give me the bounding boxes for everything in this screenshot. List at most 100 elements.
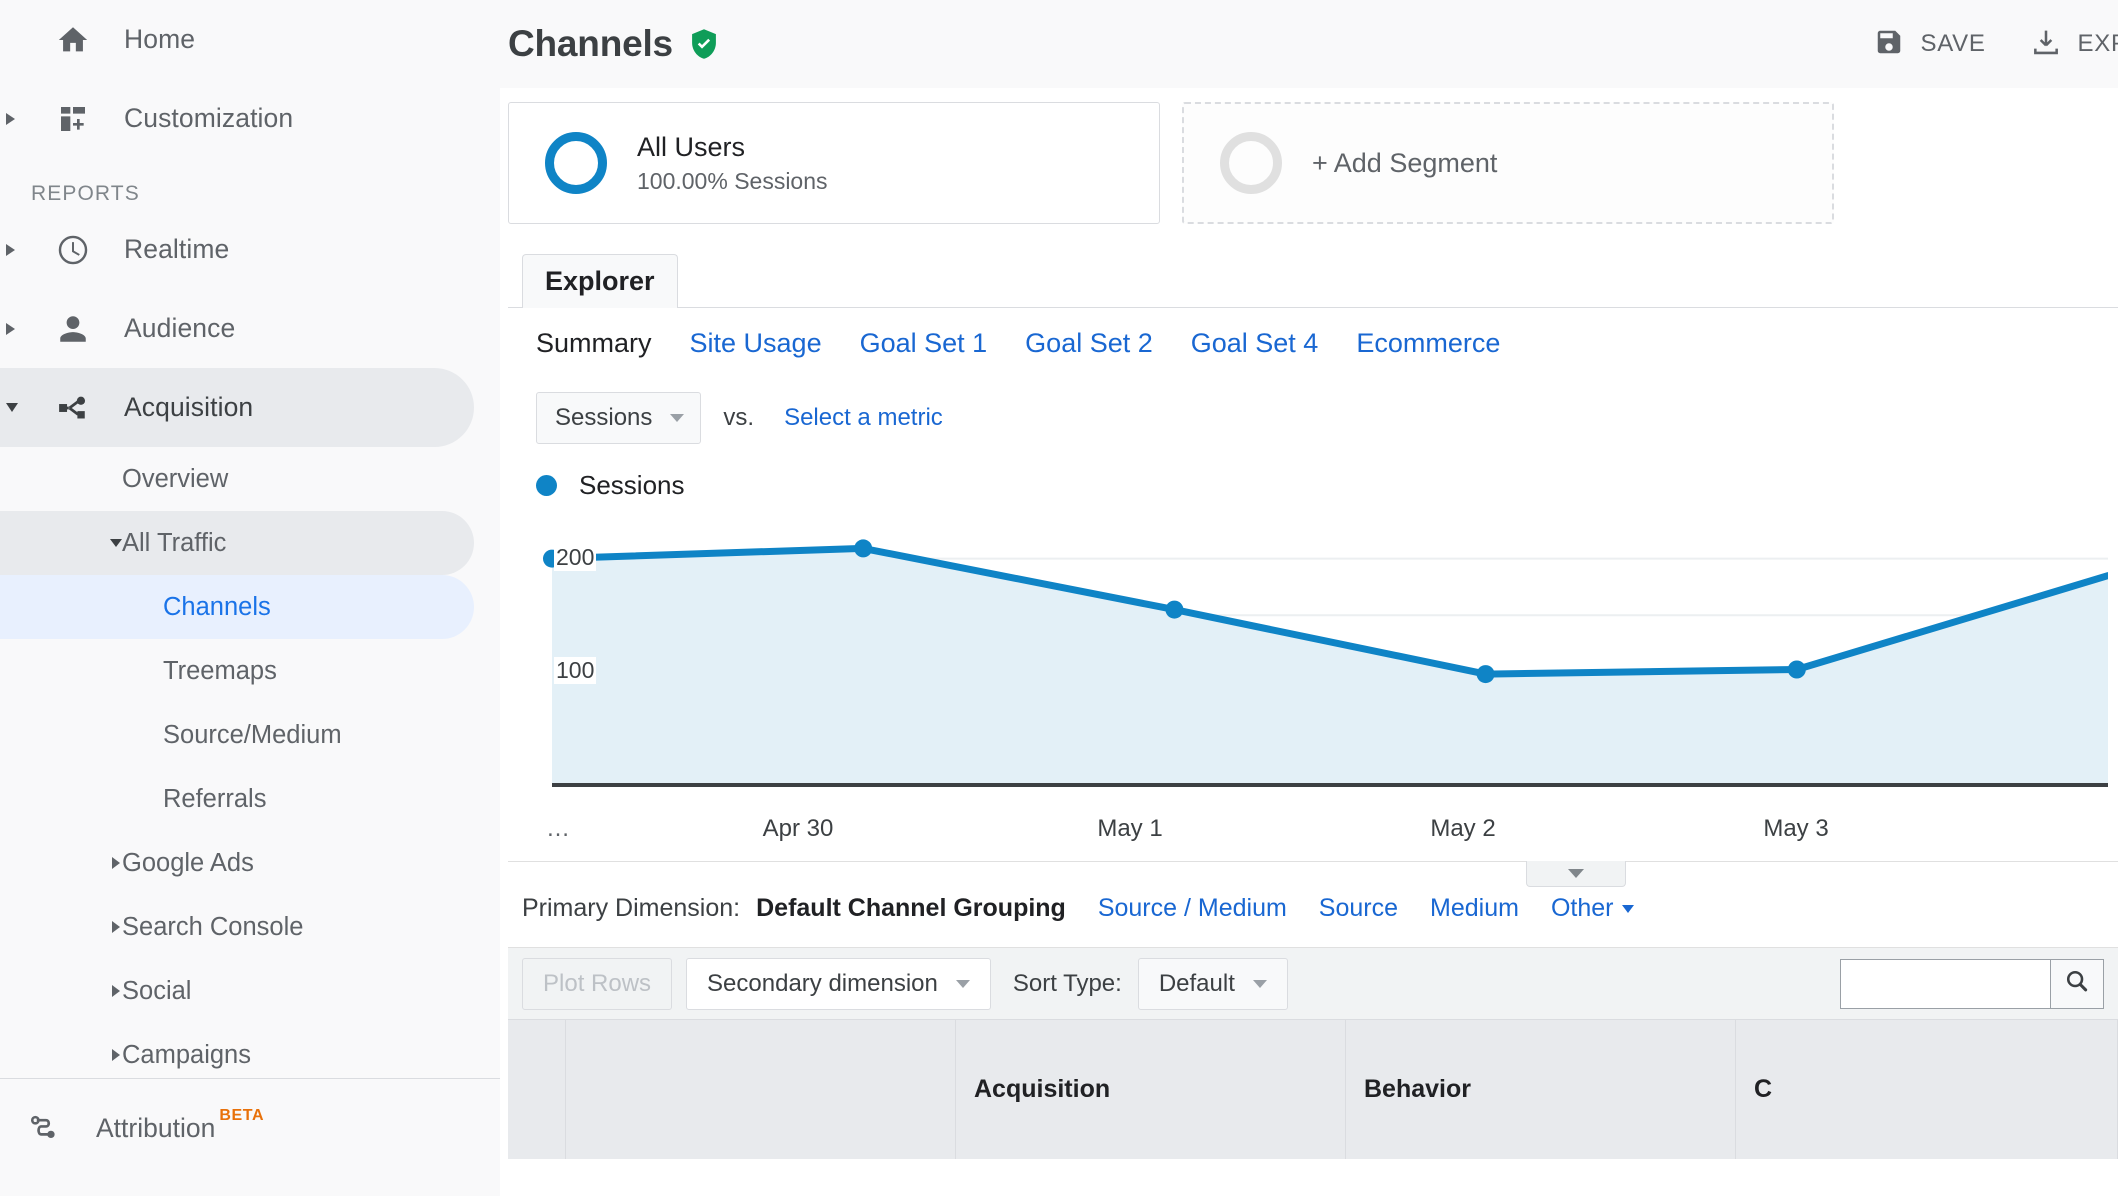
sidebar-item-attribution[interactable]: Attribution BETA <box>0 1086 264 1170</box>
subtab-goal-set-4[interactable]: Goal Set 4 <box>1191 328 1319 359</box>
sort-type-value: Default <box>1158 969 1235 997</box>
caret-slot[interactable] <box>0 403 44 412</box>
chart-x-axis: … Apr 30 May 1 May 2 May 3 <box>508 815 2118 861</box>
sort-type-select[interactable]: Default <box>1137 957 1288 1010</box>
sidebar-divider <box>0 1078 500 1079</box>
sidebar-item-acquisition[interactable]: Acquisition <box>0 368 474 447</box>
chart-data-point[interactable] <box>1165 600 1184 619</box>
sidebar-item-label: Attribution <box>96 1112 216 1143</box>
chart-zoom-handle[interactable] <box>1526 861 1626 887</box>
dimension-link-medium[interactable]: Medium <box>1430 894 1519 923</box>
home-icon <box>44 23 102 57</box>
caret-slot[interactable] <box>0 322 44 335</box>
sidebar-item-channels[interactable]: Channels <box>0 575 474 639</box>
sidebar-subitem-label: Source/Medium <box>163 720 342 749</box>
dimension-link-source-medium[interactable]: Source / Medium <box>1098 894 1287 923</box>
tabs-strip: Explorer <box>508 254 2118 308</box>
x-axis-tick-may-1: May 1 <box>1097 815 1163 842</box>
sidebar-item-realtime[interactable]: Realtime <box>0 210 500 289</box>
table-header-conversions: C <box>1736 1020 2118 1159</box>
person-icon <box>44 312 102 346</box>
y-axis-tick-100: 100 <box>554 656 597 684</box>
shield-check-icon <box>687 27 721 61</box>
sidebar-item-all-traffic[interactable]: All Traffic <box>0 511 474 575</box>
sidebar-item-social[interactable]: Social <box>0 959 500 1023</box>
primary-dimension-active[interactable]: Default Channel Grouping <box>756 894 1066 923</box>
sidebar-item-source-medium[interactable]: Source/Medium <box>0 703 500 767</box>
secondary-dimension-select[interactable]: Secondary dimension <box>686 957 991 1010</box>
sidebar-subitem-label: Google Ads <box>122 848 254 877</box>
dimension-link-source[interactable]: Source <box>1319 894 1398 923</box>
page-title: Channels <box>508 23 673 64</box>
chevron-down-icon <box>110 539 122 547</box>
chart-legend: Sessions <box>508 470 2118 501</box>
chart-canvas <box>543 539 2108 787</box>
table-header-checkbox-col <box>508 1020 566 1159</box>
chart-bottom-rule <box>508 861 2118 887</box>
sidebar-item-referrals[interactable]: Referrals <box>0 767 500 831</box>
sidebar-item-google-ads[interactable]: Google Ads <box>0 831 500 895</box>
x-axis-tick-may-2: May 2 <box>1430 815 1496 842</box>
header-actions: SAVE EXPORT <box>1830 0 2118 88</box>
customization-icon <box>44 103 102 135</box>
dimension-link-other[interactable]: Other <box>1551 894 1614 923</box>
save-button-label: SAVE <box>1920 30 1986 57</box>
segment-subtitle: 100.00% Sessions <box>637 167 828 194</box>
sidebar-item-customization[interactable]: Customization <box>0 79 500 158</box>
export-icon <box>2030 26 2062 63</box>
chevron-down-icon <box>670 414 685 422</box>
select-a-metric-link[interactable]: Select a metric <box>784 404 943 432</box>
subtab-goal-set-1[interactable]: Goal Set 1 <box>860 328 988 359</box>
subtab-ecommerce[interactable]: Ecommerce <box>1356 328 1500 359</box>
sidebar-item-label: Customization <box>124 103 294 133</box>
primary-metric-select[interactable]: Sessions <box>536 392 702 444</box>
chart-area-fill <box>552 548 2108 785</box>
chevron-down-icon <box>1252 979 1267 988</box>
sidebar-item-label: Home <box>124 24 196 54</box>
segment-ring-icon <box>545 132 607 194</box>
chart-data-point[interactable] <box>1476 665 1495 684</box>
add-segment-button[interactable]: + Add Segment <box>1182 102 1834 224</box>
data-table-header: Acquisition Behavior C <box>508 1019 2118 1159</box>
subtab-goal-set-2[interactable]: Goal Set 2 <box>1025 328 1153 359</box>
segment-all-users[interactable]: All Users 100.00% Sessions <box>508 102 1160 224</box>
sidebar-item-treemaps[interactable]: Treemaps <box>0 639 500 703</box>
chart-data-point[interactable] <box>1787 660 1806 679</box>
caret-slot[interactable] <box>0 243 44 256</box>
report-body: All Users 100.00% Sessions + Add Segment… <box>500 88 2118 1159</box>
add-segment-ring-icon <box>1220 132 1282 194</box>
sidebar-subitem-label: Campaigns <box>122 1040 251 1069</box>
chevron-right-icon <box>6 243 15 256</box>
export-button[interactable]: EXPORT <box>2030 26 2118 63</box>
sidebar-item-label: Acquisition <box>124 392 254 422</box>
sidebar-subitem-label: Social <box>122 976 192 1005</box>
sidebar-item-home[interactable]: Home <box>0 0 500 79</box>
sidebar-item-search-console[interactable]: Search Console <box>0 895 500 959</box>
caret-slot[interactable] <box>0 112 44 125</box>
table-header-dimension-col <box>566 1020 956 1159</box>
subtab-summary[interactable]: Summary <box>536 328 652 359</box>
chevron-down-icon <box>955 979 970 988</box>
table-header-acquisition-label: Acquisition <box>974 1075 1111 1103</box>
sidebar-section-reports: REPORTS <box>31 182 140 205</box>
sidebar-item-label: Realtime <box>124 234 230 264</box>
x-axis-tick-apr-30: Apr 30 <box>762 815 834 842</box>
sidebar-item-discover[interactable]: Di <box>0 1172 121 1196</box>
sidebar-item-overview[interactable]: Overview <box>0 447 500 511</box>
save-button[interactable]: SAVE <box>1874 27 1985 62</box>
chart-data-point[interactable] <box>854 539 873 558</box>
search-button[interactable] <box>2050 958 2104 1009</box>
table-search <box>1840 958 2104 1009</box>
subtab-site-usage[interactable]: Site Usage <box>690 328 822 359</box>
y-axis-tick-200: 200 <box>554 543 597 571</box>
plot-rows-button[interactable]: Plot Rows <box>522 957 673 1010</box>
analytics-app: Home Customization REPORTS Realtime Audi… <box>0 0 2118 1196</box>
export-button-label: EXPORT <box>2077 30 2118 57</box>
search-input[interactable] <box>1840 958 2050 1009</box>
sidebar-subitem-label: Search Console <box>122 912 304 941</box>
sidebar-subitem-label: All Traffic <box>122 528 227 557</box>
sessions-line-chart[interactable]: 200 100 <box>508 511 2118 811</box>
tab-explorer[interactable]: Explorer <box>522 254 678 308</box>
sidebar-item-audience[interactable]: Audience <box>0 289 500 368</box>
legend-label: Sessions <box>579 470 685 500</box>
